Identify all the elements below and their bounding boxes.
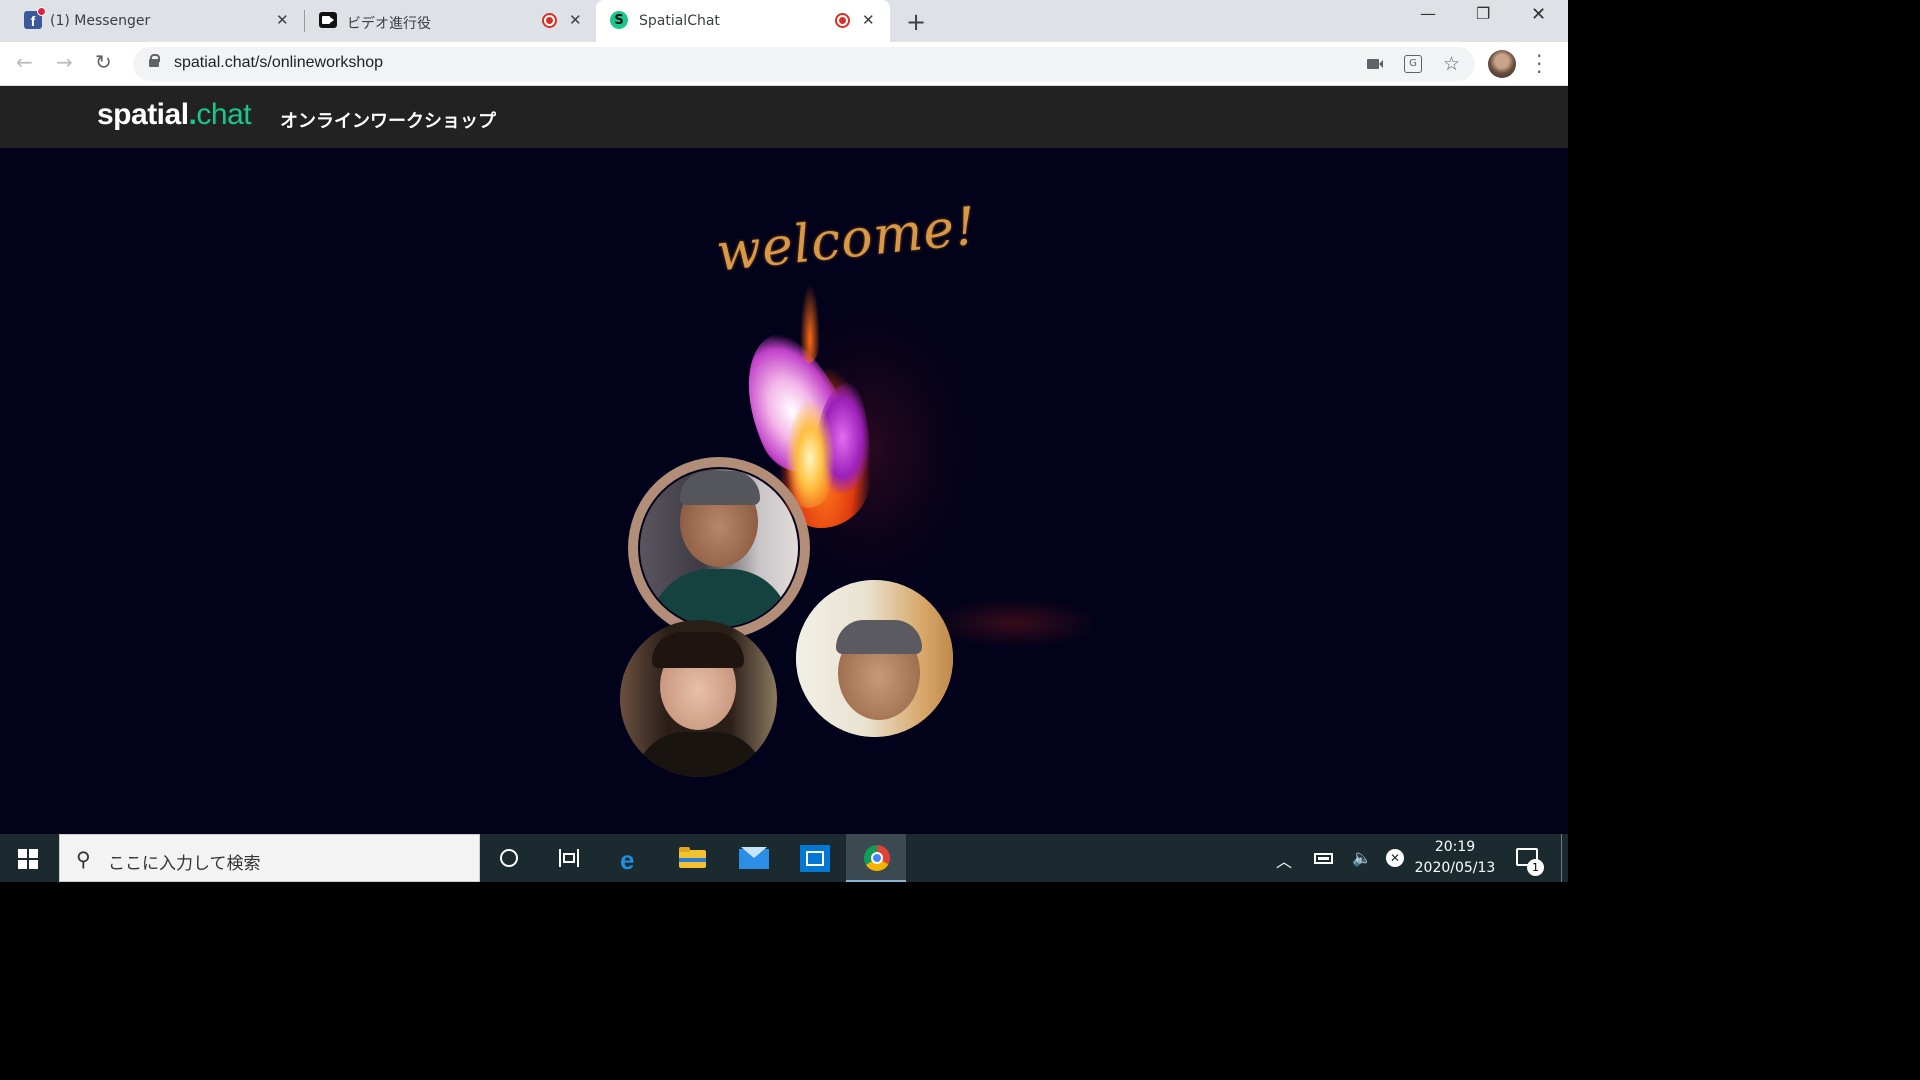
facebook-icon: f: [24, 7, 46, 29]
background-glow: [930, 598, 1100, 648]
close-tab-icon[interactable]: ✕: [862, 11, 875, 29]
welcome-text: welcome!: [713, 196, 980, 284]
minimize-icon[interactable]: —: [1420, 4, 1436, 23]
participant-3-video[interactable]: [796, 580, 953, 737]
back-arrow-icon[interactable]: ←: [16, 50, 33, 74]
participant-1-video[interactable]: [640, 469, 798, 627]
tab-messenger[interactable]: f (1) Messenger ✕: [0, 0, 303, 42]
show-hidden-icons-icon[interactable]: ︿: [1276, 848, 1292, 872]
browser-toolbar: ← → ↻ spatial.chat/s/onlineworkshop G ☆ …: [0, 42, 1568, 86]
app-header: spatial.chat オンラインワークショップ: [0, 86, 1568, 148]
close-window-icon[interactable]: ✕: [1531, 4, 1546, 25]
taskbar-search-box[interactable]: ⚲ ここに入力して検索: [59, 834, 480, 882]
reload-icon[interactable]: ↻: [95, 50, 112, 74]
participant-2-video[interactable]: [620, 620, 777, 777]
profile-avatar[interactable]: [1488, 50, 1516, 78]
logo-chat: chat: [196, 98, 252, 131]
volume-icon[interactable]: 🔈: [1352, 848, 1372, 867]
close-tab-icon[interactable]: ✕: [276, 11, 289, 29]
windows-taskbar: ⚲ ここに入力して検索 e ︿ 🔈 ✕ 20:19 2020/05/13 1: [0, 834, 1568, 882]
chat-space[interactable]: welcome!: [0, 148, 1568, 834]
room-name: オンラインワークショップ: [280, 111, 496, 132]
mail-icon[interactable]: [723, 834, 783, 882]
restore-icon[interactable]: ❐: [1476, 4, 1490, 23]
clock-time: 20:19: [1434, 839, 1476, 855]
clock-date: 2020/05/13: [1414, 860, 1496, 876]
notification-badge: 1: [1527, 859, 1544, 876]
url-text: spatial.chat/s/onlineworkshop: [174, 54, 384, 71]
address-bar[interactable]: spatial.chat/s/onlineworkshop G ☆: [133, 47, 1475, 81]
tab-title: ビデオ進行役: [347, 16, 431, 32]
taskbar-clock[interactable]: 20:19 2020/05/13: [1410, 837, 1500, 879]
close-tab-icon[interactable]: ✕: [569, 11, 582, 29]
edge-icon[interactable]: e: [601, 834, 661, 882]
task-view-icon[interactable]: [540, 834, 600, 882]
file-explorer-icon[interactable]: [662, 834, 722, 882]
kebab-menu-icon[interactable]: · · ·: [1536, 46, 1542, 82]
recording-icon: [835, 13, 850, 28]
camera-in-use-icon[interactable]: [1367, 59, 1383, 69]
tab-video-host[interactable]: ビデオ進行役 ✕: [305, 0, 595, 42]
tab-title: SpatialChat: [639, 13, 720, 29]
store-icon[interactable]: [784, 834, 844, 882]
battery-icon[interactable]: [1314, 853, 1333, 864]
logo-main: spatial: [97, 98, 189, 131]
forward-arrow-icon[interactable]: →: [56, 50, 73, 74]
new-tab-button[interactable]: +: [906, 8, 926, 36]
spatialchat-icon: S: [610, 11, 628, 29]
search-placeholder: ここに入力して検索: [108, 854, 261, 874]
tab-title: (1) Messenger: [50, 13, 151, 29]
chrome-icon[interactable]: [846, 834, 906, 882]
cortana-icon[interactable]: [480, 834, 540, 882]
browser-tabstrip: f (1) Messenger ✕ ビデオ進行役 ✕ S SpatialChat…: [0, 0, 1568, 42]
search-icon: ⚲: [76, 847, 91, 871]
bookmark-star-icon[interactable]: ☆: [1443, 53, 1460, 75]
show-desktop-button[interactable]: [1561, 834, 1568, 882]
spatialchat-logo[interactable]: spatial.chat: [97, 98, 252, 132]
lock-icon: [149, 54, 160, 67]
network-disconnected-icon[interactable]: ✕: [1386, 849, 1404, 867]
video-camera-icon: [319, 12, 337, 28]
windows-start-icon[interactable]: [18, 849, 38, 869]
tab-spatialchat[interactable]: S SpatialChat ✕: [596, 0, 890, 42]
translate-icon[interactable]: G: [1404, 55, 1422, 73]
recording-icon: [542, 13, 557, 28]
